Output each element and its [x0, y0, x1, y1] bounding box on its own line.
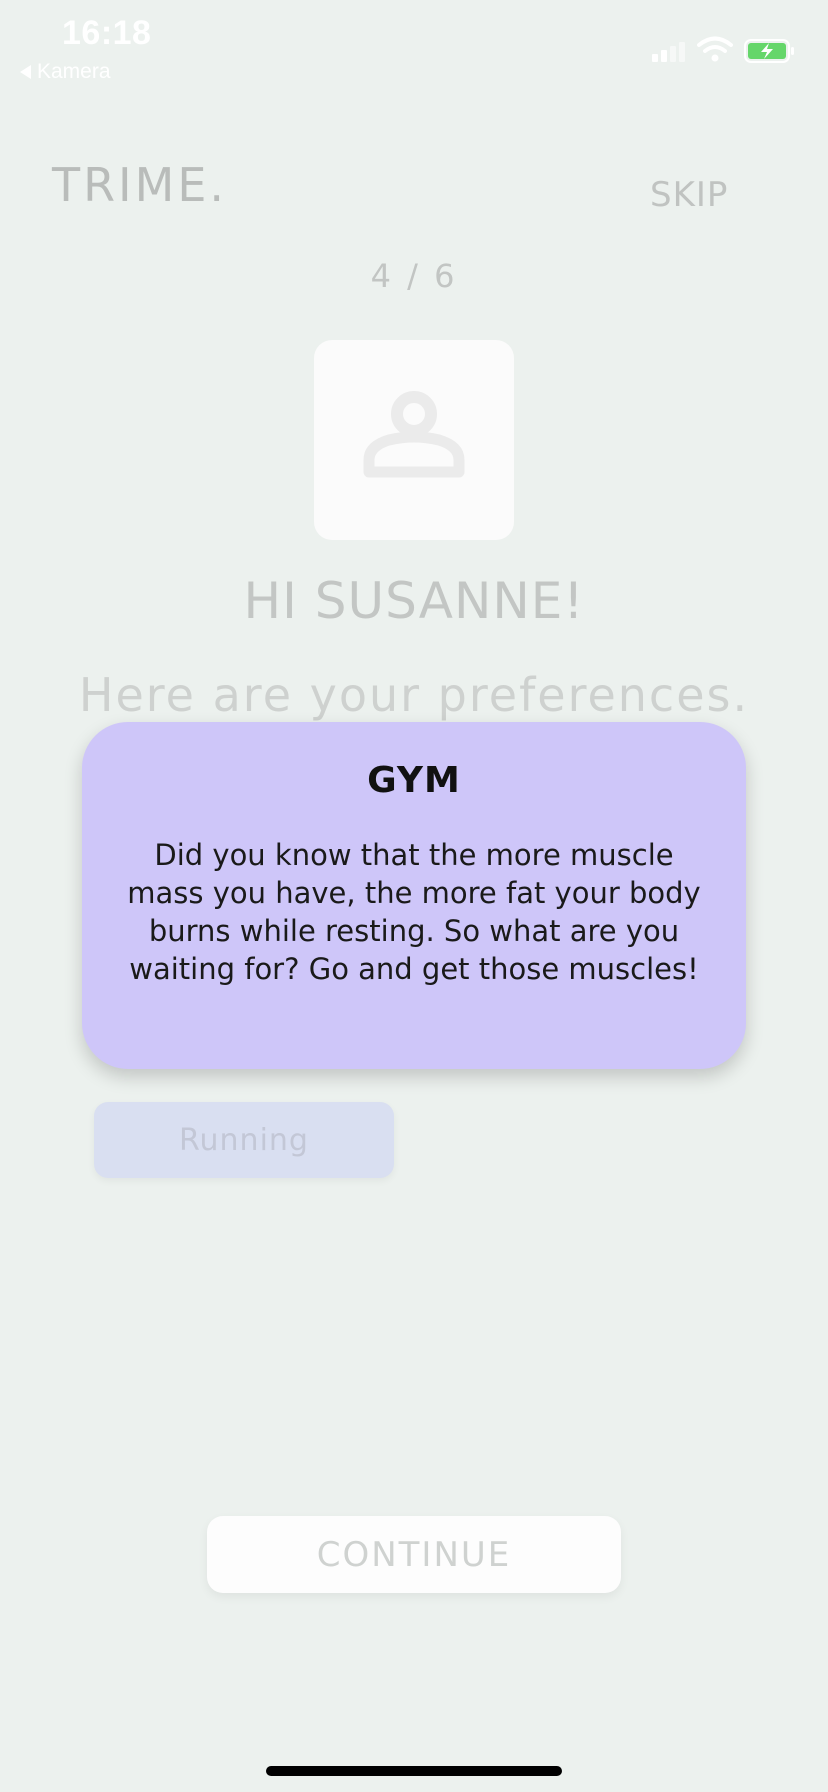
popup-title: GYM: [367, 760, 461, 801]
wifi-icon: [697, 36, 733, 62]
home-indicator[interactable]: [266, 1766, 562, 1776]
preferences-subtitle: Here are your preferences.: [78, 668, 750, 722]
back-app-label: Kamera: [37, 60, 111, 83]
back-to-app-link[interactable]: Kamera: [20, 60, 111, 84]
preference-chip-running[interactable]: Running: [94, 1102, 394, 1178]
greeting-heading: HI SUSANNE!: [243, 572, 585, 630]
signal-icon: [652, 42, 685, 62]
battery-charging-icon: [744, 39, 794, 63]
app-logo: TRIME.: [52, 158, 228, 212]
status-time: 16:18: [62, 14, 152, 52]
continue-button[interactable]: CONTINUE: [207, 1516, 621, 1593]
skip-button[interactable]: SKIP: [650, 175, 728, 215]
back-arrow-icon: [20, 65, 31, 79]
avatar[interactable]: [314, 340, 514, 540]
step-indicator: 4 / 6: [370, 257, 458, 295]
user-icon: [363, 391, 465, 478]
info-popup[interactable]: GYM Did you know that the more muscle ma…: [82, 722, 746, 1069]
popup-body: Did you know that the more muscle mass y…: [127, 838, 701, 986]
